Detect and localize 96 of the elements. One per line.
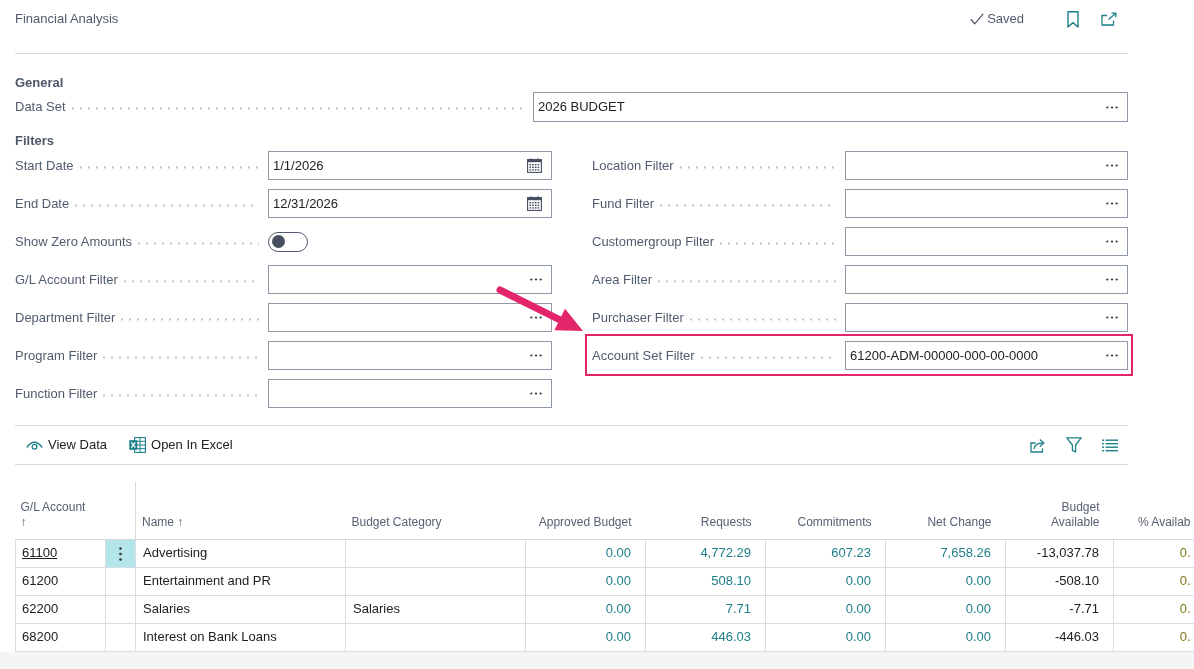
ellipsis-icon[interactable]: [1106, 278, 1118, 281]
column-header[interactable]: G/L Account ↑: [15, 482, 106, 539]
date-field[interactable]: 1/1/2026: [268, 151, 552, 180]
kebab-icon[interactable]: [119, 546, 122, 561]
table-cell: -13,037.78: [1005, 539, 1114, 567]
lookup-field[interactable]: [268, 303, 552, 332]
eye-icon: [26, 439, 43, 451]
lookup-field[interactable]: [268, 341, 552, 370]
column-header[interactable]: Budget Category: [345, 482, 526, 539]
table-cell[interactable]: 0.00: [765, 623, 886, 651]
column-header[interactable]: Budget Available: [1005, 482, 1114, 539]
ellipsis-icon[interactable]: [530, 278, 542, 281]
field-label: Department Filter: [15, 308, 116, 327]
ellipsis-icon[interactable]: [530, 392, 542, 395]
table-cell[interactable]: 446.03: [645, 623, 766, 651]
lookup-field[interactable]: [845, 265, 1128, 294]
filter-icon[interactable]: [1066, 437, 1082, 453]
table-cell[interactable]: 7,658.26: [885, 539, 1006, 567]
table-cell[interactable]: 0.00: [765, 595, 886, 623]
toggle-switch[interactable]: [268, 231, 308, 252]
column-header[interactable]: Net Change: [885, 482, 1006, 539]
column-header[interactable]: Name ↑: [135, 482, 346, 539]
table-cell: -7.71: [1005, 595, 1114, 623]
row-menu-cell[interactable]: [105, 623, 136, 651]
table-cell: Entertainment and PR: [135, 567, 346, 595]
spreadsheet-icon: [129, 437, 146, 453]
row-menu-cell[interactable]: [105, 595, 136, 623]
pop-out-icon[interactable]: [1101, 12, 1117, 26]
section-heading: Filters: [15, 132, 55, 150]
table-cell[interactable]: 0.00: [885, 623, 1006, 651]
view-data-button[interactable]: View Data: [24, 435, 109, 455]
table-cell: Interest on Bank Loans: [135, 623, 346, 651]
ellipsis-icon[interactable]: [1106, 105, 1118, 109]
column-header[interactable]: Requests: [645, 482, 766, 539]
table-cell[interactable]: 7.71: [645, 595, 766, 623]
lookup-field[interactable]: [268, 265, 552, 294]
table-cell: -446.03: [1005, 623, 1114, 651]
table-cell[interactable]: 4,772.29: [645, 539, 766, 567]
lookup-field[interactable]: [845, 227, 1128, 256]
page-title: Financial Analysis: [15, 10, 119, 28]
field-label: Purchaser Filter: [592, 308, 684, 327]
save-status: Saved: [987, 10, 1024, 28]
table-cell[interactable]: 0.00: [525, 567, 646, 595]
field-label: Location Filter: [592, 156, 674, 175]
table-cell: Advertising: [135, 539, 346, 567]
row-menu-cell[interactable]: [105, 567, 136, 595]
table-cell[interactable]: 0.00: [765, 567, 886, 595]
table-cell[interactable]: 0.00: [525, 623, 646, 651]
ellipsis-icon[interactable]: [530, 316, 542, 319]
list-icon[interactable]: [1102, 438, 1118, 452]
field-label: Program Filter: [15, 346, 98, 365]
table-cell[interactable]: 0.00: [885, 567, 1006, 595]
check-icon: [970, 13, 985, 25]
table-cell: Salaries: [135, 595, 346, 623]
bookmark-icon[interactable]: [1067, 10, 1079, 28]
table-cell[interactable]: 0.00: [525, 539, 646, 567]
field-label: Show Zero Amounts: [15, 232, 133, 251]
lookup-field[interactable]: 2026 BUDGET: [533, 92, 1128, 122]
ellipsis-icon[interactable]: [530, 354, 542, 357]
table-cell: 61200: [15, 567, 106, 595]
table-cell[interactable]: 508.10: [645, 567, 766, 595]
lookup-field[interactable]: [845, 151, 1128, 180]
table-cell[interactable]: 0.00: [525, 595, 646, 623]
calendar-icon[interactable]: [527, 196, 542, 211]
date-field[interactable]: 12/31/2026: [268, 189, 552, 218]
open-in-excel-button[interactable]: Open In Excel: [127, 435, 235, 455]
table-cell[interactable]: 0.00: [885, 595, 1006, 623]
ellipsis-icon[interactable]: [1106, 202, 1118, 205]
table-cell: 68200: [15, 623, 106, 651]
lookup-field[interactable]: [845, 189, 1128, 218]
field-label: Data Set: [15, 98, 66, 116]
field-label: Customergroup Filter: [592, 232, 715, 251]
column-header[interactable]: % Availab: [1113, 482, 1194, 539]
section-heading: General: [15, 74, 65, 92]
ellipsis-icon[interactable]: [1106, 240, 1118, 243]
field-label: Fund Filter: [592, 194, 655, 213]
lookup-field[interactable]: [268, 379, 552, 408]
ellipsis-icon[interactable]: [1106, 316, 1118, 319]
calendar-icon[interactable]: [527, 158, 542, 173]
field-label: G/L Account Filter: [15, 270, 118, 289]
field-label: Function Filter: [15, 384, 98, 403]
field-label: Account Set Filter: [592, 346, 695, 365]
field-label: End Date: [15, 194, 70, 213]
ellipsis-icon[interactable]: [1106, 164, 1118, 167]
table-cell[interactable]: 607.23: [765, 539, 886, 567]
ellipsis-icon[interactable]: [1106, 354, 1118, 357]
table-cell: -508.10: [1005, 567, 1114, 595]
share-icon[interactable]: [1030, 437, 1046, 453]
lookup-field[interactable]: 61200-ADM-00000-000-00-0000: [845, 341, 1128, 370]
field-label: Start Date: [15, 156, 74, 175]
table-cell: 62200: [15, 595, 106, 623]
lookup-field[interactable]: [845, 303, 1128, 332]
column-header[interactable]: Commitments: [765, 482, 886, 539]
table-cell: Salaries: [345, 595, 526, 623]
field-label: Area Filter: [592, 270, 652, 289]
column-header[interactable]: Approved Budget: [525, 482, 646, 539]
